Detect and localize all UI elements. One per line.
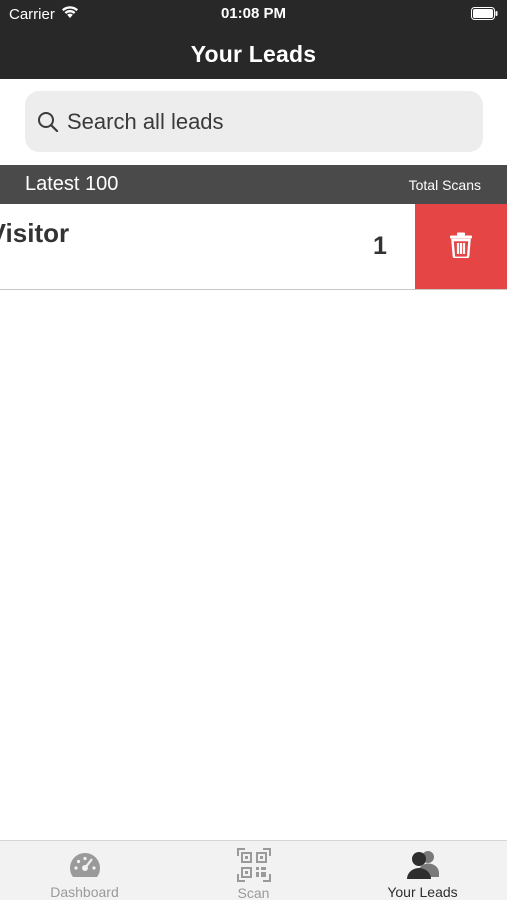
lead-name: e Visitor (0, 218, 70, 248)
people-icon (406, 848, 440, 881)
tab-dashboard[interactable]: Dashboard (0, 841, 169, 900)
trash-icon (449, 232, 473, 263)
page-title: Your Leads (190, 41, 317, 67)
search-input[interactable] (67, 108, 447, 135)
qr-code-icon (236, 848, 271, 882)
total-scans-header: Total Scans (408, 177, 481, 193)
delete-button[interactable] (415, 204, 507, 289)
dashboard-icon (68, 848, 102, 881)
tab-your-leads-label: Your Leads (387, 884, 458, 900)
tab-your-leads[interactable]: Your Leads (338, 841, 507, 900)
tab-dashboard-label: Dashboard (50, 884, 119, 900)
battery-icon (471, 7, 498, 20)
lead-scan-count: 1 (373, 232, 387, 260)
status-time: 01:08 PM (220, 5, 287, 22)
tab-scan-label: Scan (237, 885, 270, 900)
tab-bar: Dashboard Scan Your Leads (0, 840, 507, 900)
section-title: Latest 100 (25, 173, 119, 195)
search-icon (37, 111, 59, 133)
search-bar[interactable] (25, 91, 483, 152)
navigation-bar: Your Leads (0, 30, 507, 79)
search-container (0, 79, 507, 165)
status-bar: Carrier 01:08 PM (0, 0, 507, 30)
tab-scan[interactable]: Scan (169, 841, 338, 900)
section-header: Latest 100 Total Scans (0, 165, 507, 204)
lead-row[interactable]: e Visitor 1 (0, 204, 507, 290)
